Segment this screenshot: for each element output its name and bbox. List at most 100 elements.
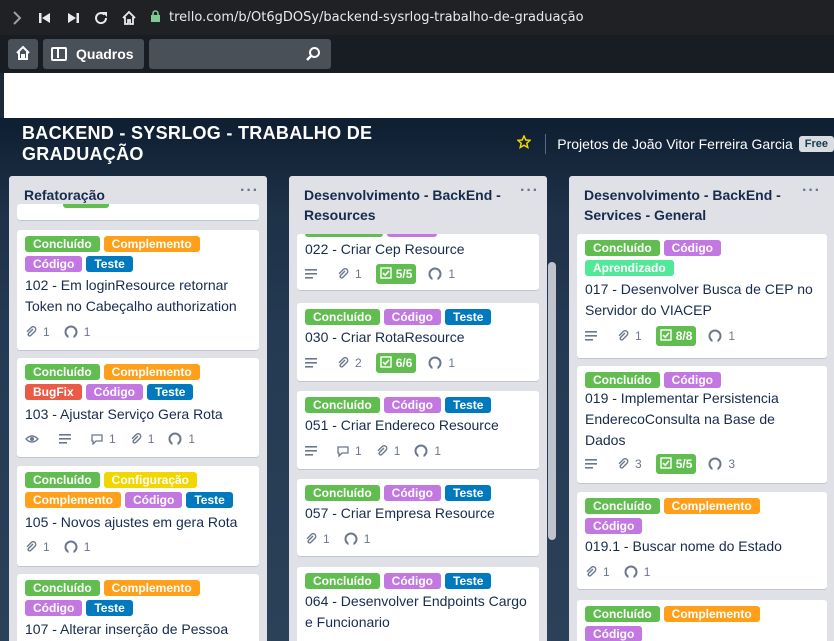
home-icon: [15, 45, 31, 64]
card[interactable]: Concluído Complemento Código 019.1 - Bus…: [577, 492, 827, 589]
github-badge: 1: [64, 325, 90, 339]
github-icon: [624, 565, 638, 579]
list-title[interactable]: Desenvolvimento - BackEnd - Resources: [304, 185, 504, 225]
attachment-badge: 2: [337, 356, 362, 370]
star-icon[interactable]: [516, 133, 533, 154]
attachment-badge: 1: [585, 565, 610, 579]
card-label: Teste: [147, 384, 194, 400]
list-title[interactable]: Refatoração: [24, 185, 224, 205]
card-label: Concluído: [585, 498, 660, 514]
card-label: [305, 234, 383, 237]
list-menu-icon[interactable]: ···: [240, 182, 259, 200]
comment-badge: 1: [91, 432, 116, 446]
card-label: Concluído: [305, 573, 380, 589]
card-label: Configuração: [103, 472, 198, 488]
banner-area: [4, 73, 834, 118]
card-title: 017 - Desenvolver Busca de CEP no Servid…: [585, 281, 813, 318]
card-label: Teste: [86, 600, 133, 616]
card[interactable]: Concluído Complemento Código: [577, 600, 827, 641]
attachment-badge: 1: [376, 444, 400, 458]
address-bar[interactable]: trello.com/b/Ot6gDOSy/backend-sysrlog-tr…: [150, 9, 584, 26]
team-name[interactable]: Projetos de João Vitor Ferreira Garcia: [557, 136, 793, 152]
github-badge: 1: [428, 356, 455, 370]
card-label: Código: [585, 626, 643, 641]
card-label: Concluído: [305, 485, 380, 501]
card[interactable]: 022 - Criar Cep Resource 1 5/5 1: [297, 234, 539, 290]
card[interactable]: Concluído Configuração Complemento Códig…: [17, 466, 259, 566]
card[interactable]: Concluído Código Teste 030 - Criar RotaR…: [297, 303, 539, 381]
description-badge: [585, 459, 603, 469]
github-icon: [168, 432, 182, 446]
description-badge: [59, 434, 77, 444]
card-label: Complemento: [103, 580, 200, 596]
home-button[interactable]: [8, 39, 38, 69]
github-badge: 1: [414, 444, 441, 458]
attachment-icon: [25, 541, 37, 553]
github-icon: [64, 325, 78, 339]
card[interactable]: Concluído Código Teste 064 - Desenvolver…: [297, 567, 539, 641]
card-label: Código: [663, 372, 721, 388]
attachment-badge: 1: [305, 532, 330, 546]
card-label: Concluído: [585, 240, 660, 256]
list-title[interactable]: Desenvolvimento - BackEnd - Services - G…: [584, 185, 784, 225]
card-label: Código: [125, 492, 183, 508]
list-resources: Desenvolvimento - BackEnd - Resources ··…: [289, 176, 547, 641]
card[interactable]: Concluído Complemento Código Teste 102 -…: [17, 230, 259, 350]
github-icon: [708, 329, 722, 343]
card-label: Concluído: [585, 372, 660, 388]
card-label: Concluído: [25, 236, 100, 252]
card-title: 057 - Criar Empresa Resource: [305, 505, 495, 521]
description-badge: [305, 446, 323, 456]
list-menu-icon[interactable]: ···: [802, 182, 821, 200]
reload-icon[interactable]: [90, 7, 112, 29]
checklist-badge: 5/5: [375, 264, 417, 284]
checklist-badge: 5/5: [655, 454, 697, 474]
home-icon[interactable]: [118, 7, 140, 29]
board-title[interactable]: BACKEND - SYSRLOG - TRABALHO DE GRADUAÇÃ…: [22, 123, 499, 165]
search-input[interactable]: [148, 39, 331, 69]
card-label: Código: [383, 485, 441, 501]
attachment-badge: 3: [617, 457, 642, 471]
forward-icon[interactable]: [6, 7, 28, 29]
card[interactable]: Concluído Código Aprendizado 017 - Desen…: [577, 234, 827, 358]
skip-forward-icon[interactable]: [62, 7, 84, 29]
github-icon: [414, 444, 428, 458]
card-label: Código: [25, 600, 83, 616]
card-title: 022 - Criar Cep Resource: [305, 241, 465, 257]
skip-back-icon[interactable]: [34, 7, 56, 29]
card[interactable]: Concluído Complemento Código Teste 107 -…: [17, 574, 259, 641]
list-refatoracao: Refatoração ··· Concluído Complemento Có…: [9, 176, 267, 641]
list-scrollbar[interactable]: [548, 262, 556, 540]
board-header: BACKEND - SYSRLOG - TRABALHO DE GRADUAÇÃ…: [0, 118, 834, 170]
card[interactable]: Concluído Código 019 - Implementar Persi…: [577, 366, 827, 483]
github-badge: 1: [168, 432, 195, 446]
card-label: Complemento: [25, 492, 122, 508]
attachment-icon: [130, 433, 142, 445]
browser-toolbar: trello.com/b/Ot6gDOSy/backend-sysrlog-tr…: [0, 0, 834, 35]
comment-icon: [337, 445, 349, 457]
card-partial-top[interactable]: [17, 204, 259, 220]
list-menu-icon[interactable]: ···: [520, 182, 539, 200]
github-badge: 1: [624, 565, 650, 579]
card[interactable]: Concluído Complemento BugFix Código Test…: [17, 358, 259, 457]
card-title: 102 - Em loginResource retornar Token no…: [25, 277, 237, 314]
github-badge: 1: [708, 329, 735, 343]
github-badge: 3: [708, 457, 735, 471]
checklist-icon: [379, 266, 392, 282]
comment-icon: [91, 433, 103, 445]
card-label: Código: [383, 397, 441, 413]
boards-button[interactable]: Quadros: [43, 39, 144, 69]
card[interactable]: Concluído Código Teste 051 - Criar Ender…: [297, 391, 539, 469]
card-label: Concluído: [25, 580, 100, 596]
card[interactable]: Concluído Código Teste 057 - Criar Empre…: [297, 479, 539, 556]
attachment-badge: 1: [617, 329, 642, 343]
checklist-icon: [379, 355, 392, 371]
attachment-icon: [337, 268, 349, 280]
checklist-badge: 8/8: [655, 326, 697, 346]
attachment-icon: [376, 445, 388, 457]
card-title: 030 - Criar RotaResource: [305, 329, 465, 345]
card-title: 064 - Desenvolver Endpoints Cargo e Func…: [305, 593, 527, 630]
card-label: Complemento: [103, 364, 200, 380]
app-header: Quadros: [0, 35, 834, 73]
attachment-badge: 1: [337, 267, 362, 281]
